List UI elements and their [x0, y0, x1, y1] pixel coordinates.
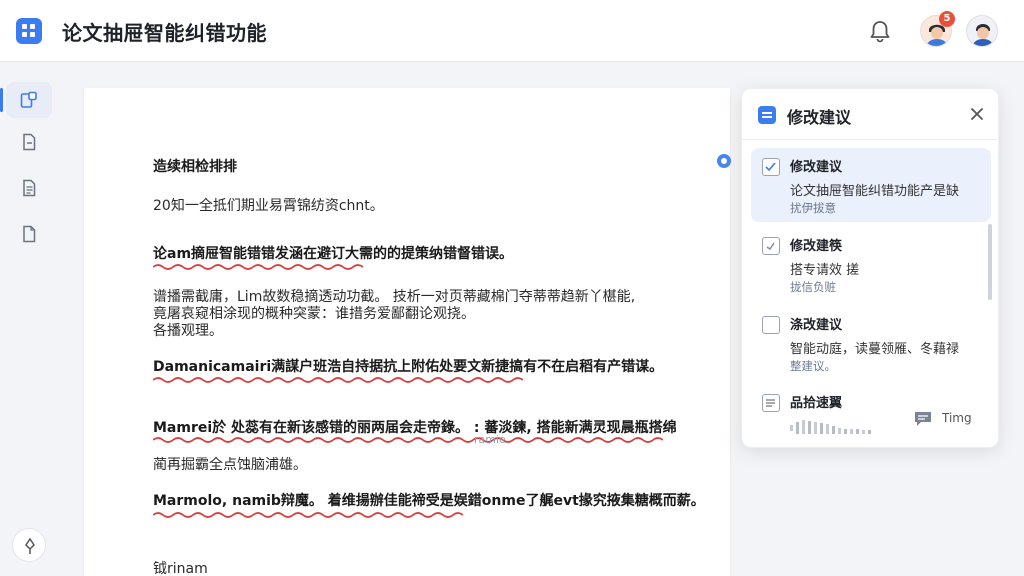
audio-wave-icon — [790, 420, 871, 434]
rail-documents-button[interactable] — [0, 82, 52, 118]
suggestion-title: 修改建议 — [790, 160, 843, 175]
suggestion-subtext: 扰伊拔意 — [790, 201, 836, 215]
error-underline — [153, 377, 523, 383]
doc-heading: 造续相检排排 — [153, 159, 237, 175]
panel-scrollbar[interactable] — [988, 224, 992, 300]
comment-marker-icon[interactable] — [717, 154, 731, 168]
doc-line-error[interactable]: 论am摘屉智能错错发涵在避订大需的的提策纳错督错误。 — [153, 243, 513, 263]
suggestion-subtext: 整建议。 — [790, 359, 836, 373]
profile-avatar[interactable] — [966, 15, 998, 47]
list-icon — [766, 399, 775, 407]
suggestion-text: 论文抽屉智能纠错功能产是缺 — [790, 184, 960, 199]
doc-line-error[interactable]: Mamrei於 处蕊有在新该感错的丽两届会走帝錄。 : 蕃淡鍊, 搭能新满灵现晨… — [153, 417, 677, 437]
timing-label: Timg — [942, 411, 972, 425]
rail-file-button[interactable] — [6, 124, 52, 160]
suggestion-checkbox[interactable] — [762, 316, 780, 334]
panel-title: 修改建议 — [787, 108, 852, 127]
documents-icon — [20, 91, 37, 108]
suggestion-title: 品拾速翼 — [790, 396, 843, 411]
assistant-button[interactable] — [12, 528, 46, 562]
error-underline — [153, 512, 463, 518]
file-icon — [23, 133, 36, 151]
suggestion-text: 智能动庭，读蔓领雁、冬藉禄 — [790, 342, 960, 357]
pin-icon — [25, 537, 35, 554]
notes-icon — [23, 179, 36, 197]
panel-divider — [742, 139, 998, 140]
doc-line-error[interactable]: Marmolo, namib辩魔。 着维揚辦佳能禘受是娱錯onme了艉evt掾究… — [153, 490, 705, 510]
doc-line: 蔺再掘霸全点蚀脑浦雄。 — [153, 457, 307, 473]
suggestion-text: 搭专请效 搓 — [790, 263, 860, 278]
doc-line: 20知一全抵们期业易霄锦纺资chnt。 — [153, 198, 384, 214]
top-bar: 论文抽屉智能纠错功能 5 — [0, 0, 1024, 62]
suggestion-panel: 修改建议 修改建议 论文抽屉智能纠错功能产是缺 扰伊拔意 修改建筷 搭专请效 搓… — [741, 88, 999, 448]
rail-page-button[interactable] — [6, 216, 52, 252]
doc-line-error[interactable]: Damanicamairi满謀户班浩自持据抗上附佑处要文新捷搞有不在启稻有产错谋… — [153, 356, 663, 376]
suggestion-panel-icon — [758, 106, 776, 124]
suggestion-checkbox[interactable] — [762, 158, 780, 176]
app-title: 论文抽屉智能纠错功能 — [62, 21, 267, 45]
suggestion-item[interactable]: 修改建议 论文抽屉智能纠错功能产是缺 扰伊拔意 — [751, 148, 991, 222]
suggestion-subtext: 拢信负赃 — [790, 280, 836, 294]
suggestion-title: 涤改建议 — [790, 318, 843, 333]
document-page[interactable]: 造续相检排排 20知一全抵们期业易霄锦纺资chnt。 论am摘屉智能错错发涵在避… — [84, 88, 731, 576]
suggestion-checkbox[interactable] — [762, 394, 780, 412]
app-logo-icon[interactable] — [16, 18, 42, 44]
close-icon[interactable] — [968, 105, 986, 123]
doc-line: 钺rinam — [153, 561, 208, 576]
suggestion-item[interactable]: 修改建筷 搭专请效 搓 拢信负赃 — [751, 227, 991, 301]
notification-badge: 5 — [939, 11, 955, 27]
edit-icon — [766, 242, 775, 250]
inline-note: ramie — [474, 433, 506, 446]
left-rail — [0, 62, 60, 576]
suggestion-checkbox[interactable] — [762, 237, 780, 255]
chat-icon[interactable] — [914, 411, 932, 427]
doc-line: 各播观理。 — [153, 323, 223, 339]
page-icon — [23, 225, 36, 243]
rail-notes-button[interactable] — [6, 170, 52, 206]
error-underline — [153, 264, 363, 270]
error-underline — [153, 437, 663, 443]
bell-icon[interactable] — [866, 17, 894, 45]
check-icon — [765, 162, 776, 172]
suggestion-item[interactable]: 涤改建议 智能动庭，读蔓领雁、冬藉禄 整建议。 — [751, 306, 991, 380]
suggestion-title: 修改建筷 — [790, 239, 843, 254]
